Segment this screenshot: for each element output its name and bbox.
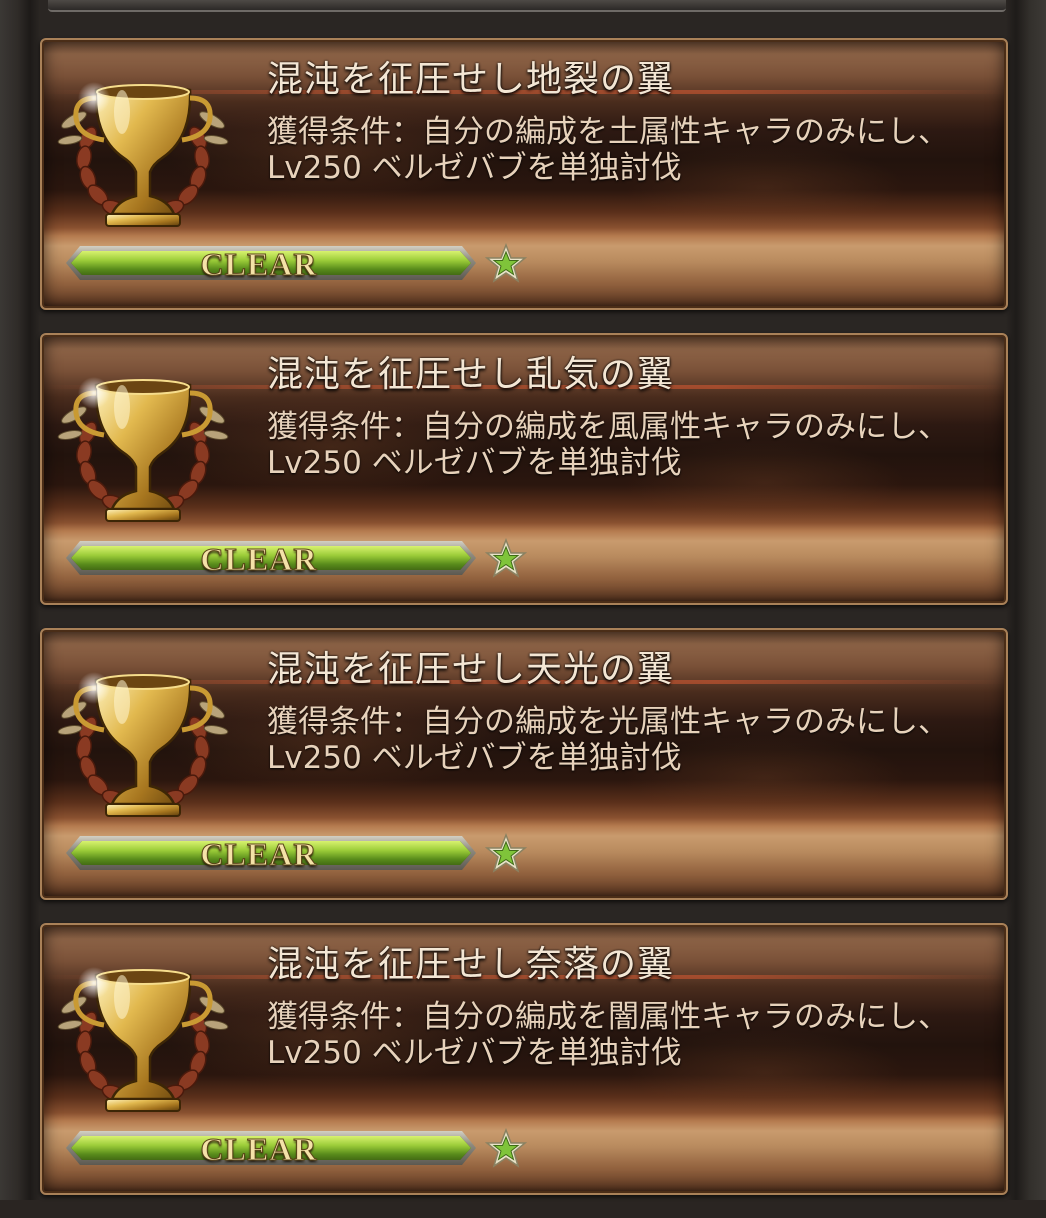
condition-line-2: Lv250 ベルゼバブを単独討伐 — [267, 445, 682, 481]
achievement-title: 混沌を征圧せし天光の翼 — [267, 649, 675, 690]
achievement-card-1[interactable]: 混沌を征圧せし地裂の翼 獲得条件：自分の編成を土属性キャラのみにし、 Lv250… — [40, 38, 1008, 310]
achievement-card-3[interactable]: 混沌を征圧せし天光の翼 獲得条件：自分の編成を光属性キャラのみにし、 Lv250… — [40, 628, 1008, 900]
top-scroll-bar — [48, 0, 1006, 12]
condition-line-1: 獲得条件：自分の編成を光属性キャラのみにし、 — [267, 704, 949, 740]
clear-label: CLEAR — [200, 541, 318, 577]
condition-line-2: Lv250 ベルゼバブを単独討伐 — [267, 740, 682, 776]
progress-bar: CLEAR — [66, 1131, 476, 1167]
progress-bar: CLEAR — [66, 836, 476, 872]
achievement-title: 混沌を征圧せし乱気の翼 — [267, 354, 675, 395]
achievement-title: 混沌を征圧せし奈落の翼 — [267, 944, 675, 985]
green-star-icon — [485, 538, 527, 578]
green-star-icon — [485, 1128, 527, 1168]
clear-label: CLEAR — [200, 836, 318, 872]
condition-line-2: Lv250 ベルゼバブを単独討伐 — [267, 1035, 682, 1071]
trophy-icon — [57, 967, 229, 1112]
condition-line-1: 獲得条件：自分の編成を風属性キャラのみにし、 — [267, 409, 949, 445]
achievement-condition: 獲得条件：自分の編成を風属性キャラのみにし、 Lv250 ベルゼバブを単独討伐 — [267, 409, 949, 481]
condition-line-1: 獲得条件：自分の編成を闇属性キャラのみにし、 — [267, 999, 949, 1035]
achievement-condition: 獲得条件：自分の編成を土属性キャラのみにし、 Lv250 ベルゼバブを単独討伐 — [267, 114, 949, 186]
achievement-condition: 獲得条件：自分の編成を光属性キャラのみにし、 Lv250 ベルゼバブを単独討伐 — [267, 704, 949, 776]
green-star-icon — [485, 243, 527, 283]
clear-label: CLEAR — [200, 246, 318, 282]
progress-bar: CLEAR — [66, 246, 476, 282]
condition-line-2: Lv250 ベルゼバブを単独討伐 — [267, 150, 682, 186]
achievement-title: 混沌を征圧せし地裂の翼 — [267, 59, 675, 100]
progress-bar: CLEAR — [66, 541, 476, 577]
green-star-icon — [485, 833, 527, 873]
achievement-list: 混沌を征圧せし地裂の翼 獲得条件：自分の編成を土属性キャラのみにし、 Lv250… — [40, 38, 1008, 1218]
achievement-card-4[interactable]: 混沌を征圧せし奈落の翼 獲得条件：自分の編成を闇属性キャラのみにし、 Lv250… — [40, 923, 1008, 1195]
clear-label: CLEAR — [200, 1131, 318, 1167]
condition-line-1: 獲得条件：自分の編成を土属性キャラのみにし、 — [267, 114, 949, 150]
trophy-icon — [57, 377, 229, 522]
achievement-condition: 獲得条件：自分の編成を闇属性キャラのみにし、 Lv250 ベルゼバブを単独討伐 — [267, 999, 949, 1071]
trophy-icon — [57, 82, 229, 227]
achievement-card-2[interactable]: 混沌を征圧せし乱気の翼 獲得条件：自分の編成を風属性キャラのみにし、 Lv250… — [40, 333, 1008, 605]
trophy-icon — [57, 672, 229, 817]
